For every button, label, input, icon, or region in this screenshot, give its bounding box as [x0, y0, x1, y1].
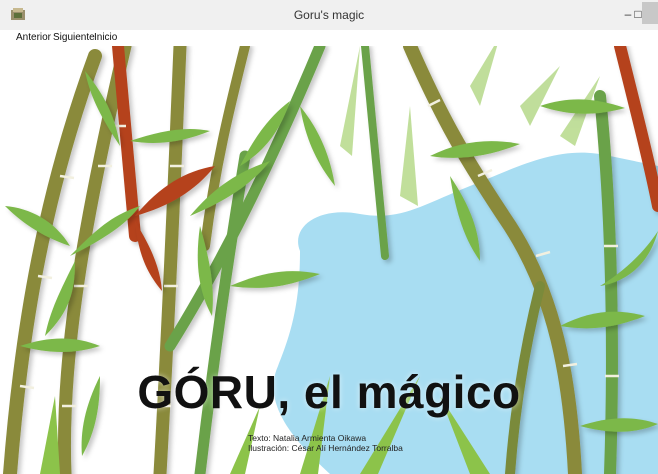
window-title: Goru's magic	[293, 8, 365, 22]
credit-text: Texto: Natalia Armienta Oikawa	[248, 433, 367, 443]
menu-siguiente[interactable]: Siguiente	[53, 32, 95, 43]
menu-inicio[interactable]: Inicio	[94, 32, 117, 43]
credit-illustration: Ilustración: César Alí Hernández Torralb…	[248, 443, 403, 453]
title-main: GÓRU	[137, 366, 278, 418]
window-titlebar: Goru's magic – □	[0, 0, 658, 31]
book-title: GÓRU, el mágico	[0, 365, 658, 419]
title-rest: , el mágico	[277, 366, 521, 418]
menu-anterior[interactable]: Anterior	[16, 32, 51, 43]
book-cover: GÓRU, el mágico Texto: Natalia Armienta …	[0, 46, 658, 474]
credits: Texto: Natalia Armienta Oikawa Ilustraci…	[248, 433, 403, 453]
close-button[interactable]	[642, 2, 658, 24]
menu-bar: Anterior Siguiente Inicio	[0, 30, 658, 46]
